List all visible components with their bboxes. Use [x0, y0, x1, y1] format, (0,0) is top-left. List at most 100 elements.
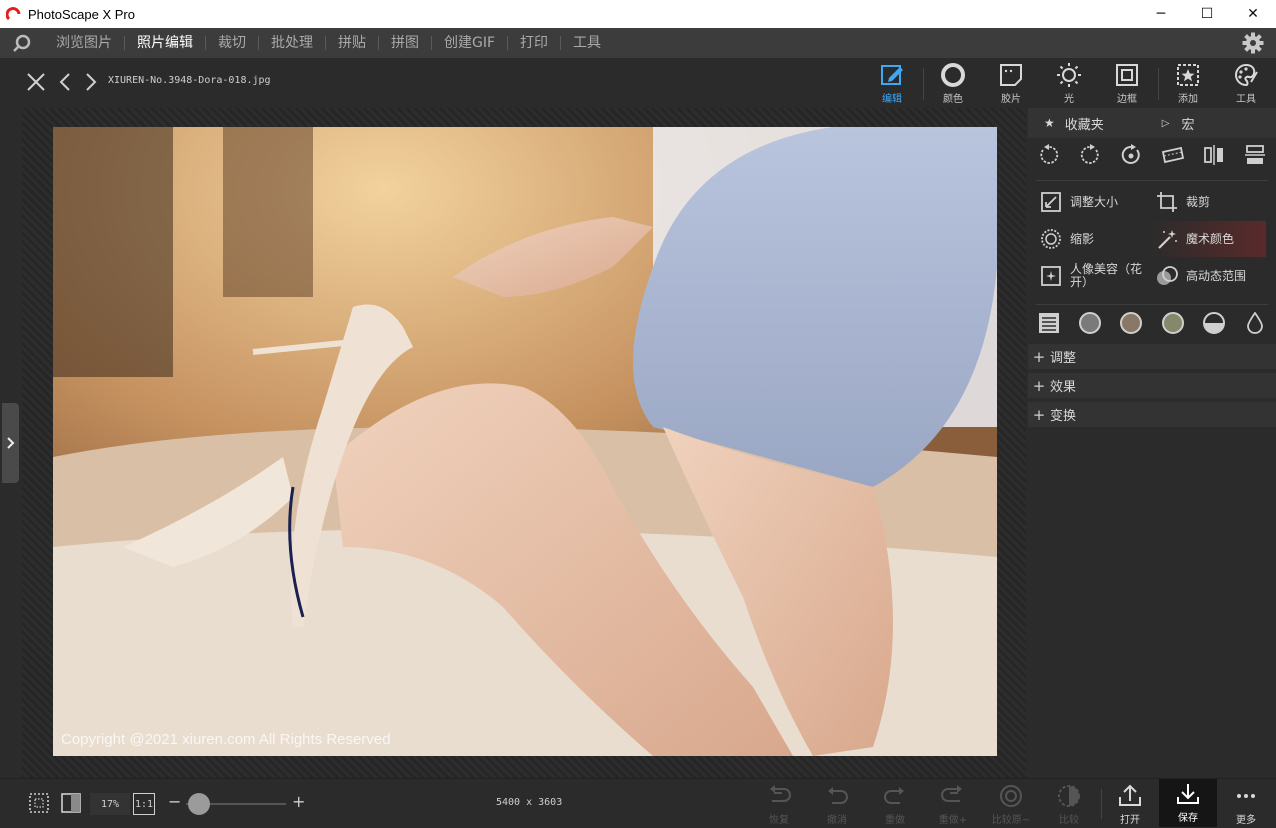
nav-tools[interactable]: 工具	[561, 28, 613, 58]
plus-icon: +	[1032, 405, 1046, 424]
crop-tool[interactable]: 裁剪	[1148, 184, 1264, 220]
home-icon[interactable]	[0, 32, 44, 54]
mode-light-button[interactable]: 光	[1041, 62, 1097, 106]
beauty-tool[interactable]: 人像美容（花开）	[1032, 258, 1148, 294]
mode-edit-label: 编辑	[882, 94, 902, 105]
list-icon[interactable]	[1035, 309, 1063, 337]
status-bar: 17% 1:1 − + 5400 x 3603 恢复 撤消 重做 重做+ 比较原…	[0, 778, 1276, 828]
close-icon[interactable]	[26, 72, 46, 92]
mode-film-button[interactable]: 胶片	[983, 62, 1039, 106]
open-label: 打开	[1120, 815, 1140, 826]
plus-icon: +	[1032, 376, 1046, 395]
mode-color-button[interactable]: 颜色	[925, 62, 981, 106]
light-icon	[1057, 63, 1081, 87]
compare-original-icon	[1000, 785, 1022, 807]
chevron-left-icon[interactable]	[58, 72, 72, 92]
photo-preview[interactable]: Copyright @2021 xiuren.com All Rights Re…	[53, 127, 997, 756]
magic-color-tool[interactable]: 魔术颜色	[1148, 221, 1266, 257]
nav-create-gif[interactable]: 创建GIF	[432, 28, 507, 58]
left-panel-toggle[interactable]	[2, 403, 19, 483]
compare-icon	[1058, 785, 1080, 807]
droplet-icon[interactable]	[1241, 309, 1269, 337]
maximize-button[interactable]: ☐	[1184, 0, 1230, 28]
mode-tools-button[interactable]: 工具	[1218, 62, 1274, 106]
close-window-button[interactable]: ✕	[1230, 0, 1276, 28]
straighten-icon[interactable]	[1159, 141, 1187, 169]
section-transform[interactable]: + 变换	[1028, 402, 1276, 428]
before-after-icon[interactable]	[60, 792, 82, 818]
nav-collage[interactable]: 拼贴	[326, 28, 378, 58]
resize-tool[interactable]: 调整大小	[1032, 184, 1148, 220]
zoom-out-icon[interactable]: −	[168, 792, 181, 811]
beauty-icon	[1041, 266, 1061, 286]
mode-frame-button[interactable]: 边框	[1099, 62, 1155, 106]
section-transform-label: 变换	[1050, 409, 1077, 424]
mode-edit-button[interactable]: 编辑	[864, 62, 920, 106]
zoom-level[interactable]: 17%	[90, 793, 130, 815]
flip-vertical-icon[interactable]	[1241, 141, 1269, 169]
filter-olive-icon[interactable]	[1159, 309, 1187, 337]
nav-combine[interactable]: 拼图	[379, 28, 431, 58]
nav-viewer[interactable]: 浏览图片	[44, 28, 124, 58]
play-icon: ▷	[1161, 117, 1170, 129]
plus-icon: +	[1032, 347, 1046, 366]
frame-icon	[1116, 64, 1138, 86]
toolbar-divider	[923, 68, 924, 100]
rotate-left-icon[interactable]	[1035, 141, 1063, 169]
file-name: XIUREN-No.3948-Dora-018.jpg	[108, 75, 271, 86]
actual-size-button[interactable]: 1:1	[133, 793, 155, 815]
favorites-button[interactable]: ★ 收藏夹	[1044, 114, 1104, 133]
add-icon	[1177, 64, 1199, 86]
selection-icon[interactable]	[28, 792, 50, 818]
save-button[interactable]: 保存	[1159, 779, 1217, 827]
undo-button[interactable]: 撤消	[809, 781, 865, 827]
filter-sepia-icon[interactable]	[1117, 309, 1145, 337]
nav-batch[interactable]: 批处理	[259, 28, 325, 58]
magic-color-label: 魔术颜色	[1186, 231, 1235, 246]
zoom-in-icon[interactable]: +	[292, 792, 305, 811]
vignette-tool[interactable]: 缩影	[1032, 221, 1148, 257]
filter-gray-icon[interactable]	[1076, 309, 1104, 337]
redo-label: 重做	[885, 815, 905, 826]
resize-icon	[1041, 192, 1061, 212]
section-effects[interactable]: + 效果	[1028, 373, 1276, 399]
compare-button[interactable]: 比较	[1041, 781, 1097, 827]
nav-cut-out[interactable]: 裁切	[206, 28, 258, 58]
mode-film-label: 胶片	[1001, 94, 1021, 105]
more-icon	[1237, 794, 1255, 798]
nav-print[interactable]: 打印	[508, 28, 560, 58]
title-bar: PhotoScape X Pro ─ ☐ ✕	[0, 0, 1276, 28]
minimize-button[interactable]: ─	[1138, 0, 1184, 28]
hdr-tool[interactable]: 高动态范围	[1148, 258, 1264, 294]
app-logo-icon	[5, 6, 22, 22]
rotate-flip-row	[1028, 140, 1276, 170]
nav-editor[interactable]: 照片编辑	[125, 28, 205, 58]
redo-button[interactable]: 重做	[867, 781, 923, 827]
rotate-right-icon[interactable]	[1076, 141, 1104, 169]
section-adjust[interactable]: + 调整	[1028, 344, 1276, 370]
compare-original-button[interactable]: 比较原~	[983, 781, 1039, 827]
gear-icon[interactable]	[1242, 32, 1264, 54]
mode-add-button[interactable]: 添加	[1160, 62, 1216, 106]
rotate-free-icon[interactable]	[1117, 141, 1145, 169]
favorites-row: ★ 收藏夹 ▷ 宏	[1028, 108, 1276, 138]
save-icon	[1177, 784, 1199, 804]
open-button[interactable]: 打开	[1102, 781, 1158, 827]
flip-horizontal-icon[interactable]	[1200, 141, 1228, 169]
crop-icon	[1157, 192, 1177, 212]
revert-button[interactable]: 恢复	[751, 781, 807, 827]
more-button[interactable]: 更多	[1218, 781, 1274, 827]
macro-button[interactable]: ▷ 宏	[1162, 114, 1195, 133]
crop-label: 裁剪	[1186, 194, 1211, 209]
chevron-right-icon[interactable]	[84, 72, 98, 92]
toolbar-divider	[1158, 68, 1159, 100]
redo-all-icon	[941, 785, 962, 802]
mode-tools-label: 工具	[1236, 94, 1256, 105]
macro-label: 宏	[1181, 117, 1195, 133]
redo-all-button[interactable]: 重做+	[925, 781, 981, 827]
filter-halftone-icon[interactable]	[1200, 309, 1228, 337]
edit-icon	[881, 65, 903, 85]
zoom-slider-handle[interactable]	[188, 793, 210, 815]
beauty-label: 人像美容（花开）	[1070, 262, 1143, 289]
film-icon	[1000, 64, 1022, 86]
